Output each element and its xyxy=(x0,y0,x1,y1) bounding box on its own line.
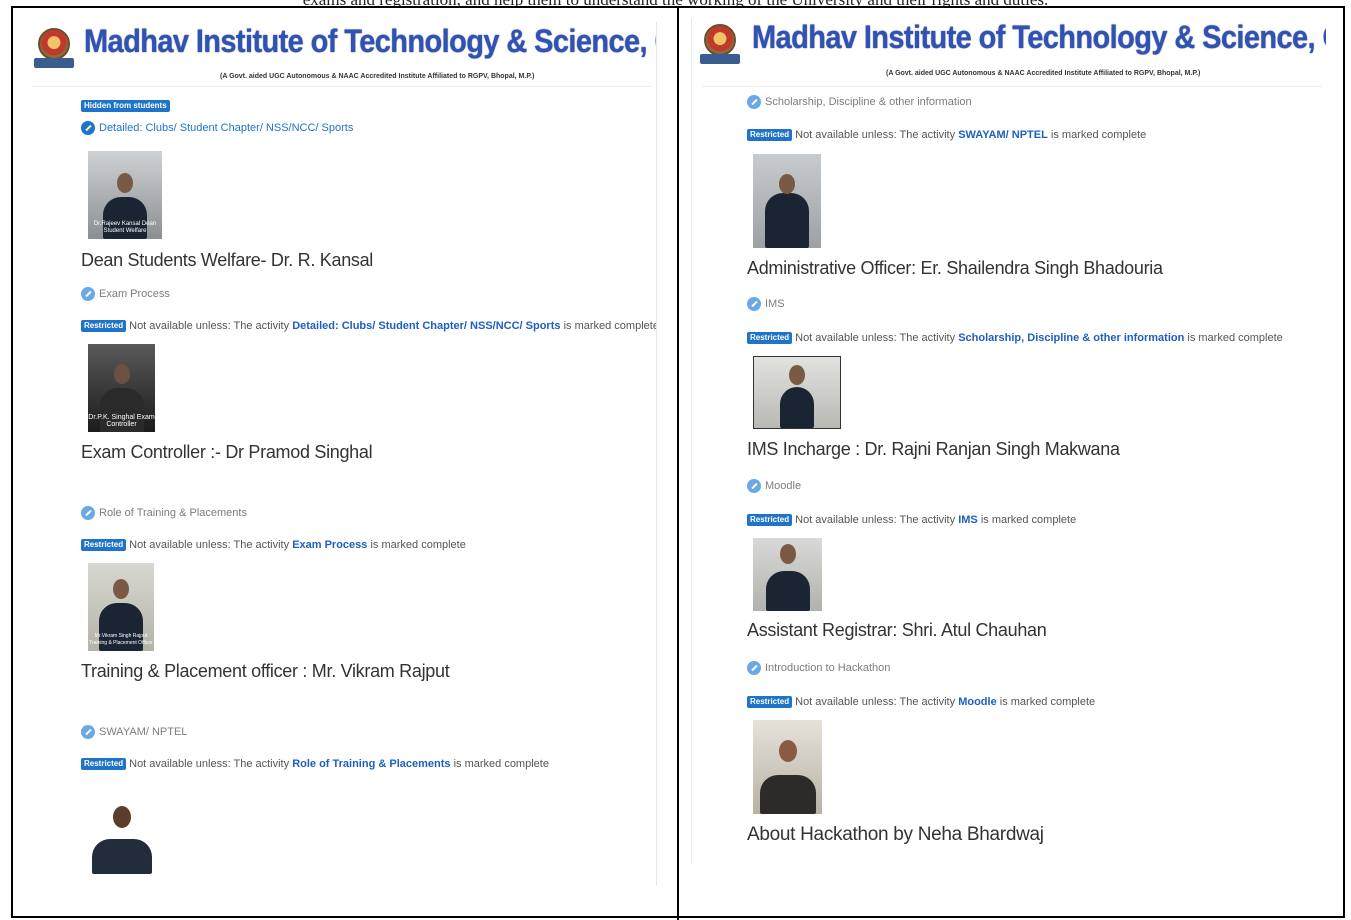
restriction-link[interactable]: Exam Process xyxy=(292,539,367,551)
restricted-badge: Restricted xyxy=(81,320,127,333)
institute-subtitle: (A Govt. aided UGC Autonomous & NAAC Acc… xyxy=(220,73,535,80)
restricted-badge: Restricted xyxy=(747,514,793,527)
hackathon-heading: About Hackathon by Neha Bhardwaj xyxy=(747,824,1044,845)
site-header: Madhav Institute of Technology & Science… xyxy=(692,18,1326,87)
restriction-note: Restricted Not available unless: The acti… xyxy=(747,332,1283,345)
activity-swayam-nptel[interactable]: SWAYAM/ NPTEL xyxy=(81,725,187,739)
restricted-badge: Restricted xyxy=(747,696,793,709)
restricted-badge: Restricted xyxy=(747,129,793,142)
activity-training-placements[interactable]: Role of Training & Placements xyxy=(81,506,247,520)
activity-scholarship[interactable]: Scholarship, Discipline & other informat… xyxy=(747,95,972,109)
assistant-registrar-photo xyxy=(753,538,822,611)
activity-clubs-link[interactable]: Detailed: Clubs/ Student Chapter/ NSS/NC… xyxy=(81,121,353,135)
right-screenshot-panel: Madhav Institute of Technology & Science… xyxy=(691,18,1326,864)
activity-icon xyxy=(81,506,95,520)
tpo-heading: Training & Placement officer : Mr. Vikra… xyxy=(81,661,450,681)
dean-heading: Dean Students Welfare- Dr. R. Kansal xyxy=(81,250,374,270)
institute-logo-icon xyxy=(700,24,740,68)
activity-hackathon[interactable]: Introduction to Hackathon xyxy=(747,661,890,675)
exam-controller-heading: Exam Controller :- Dr Pramod Singhal xyxy=(81,442,373,462)
dean-photo: Dr.Rajeev Kansal Dean Student Welfare xyxy=(88,151,162,239)
restriction-note: Restricted Not available unless: The acti… xyxy=(747,514,1076,527)
restriction-note: Restricted Not available unless: The acti… xyxy=(81,758,549,771)
exam-controller-photo: Dr.P.K. Singhal Exam Controller xyxy=(88,344,155,432)
activity-exam-process[interactable]: Exam Process xyxy=(81,287,170,301)
restriction-link[interactable]: Moodle xyxy=(958,696,997,708)
activity-icon xyxy=(747,661,761,675)
restriction-link[interactable]: SWAYAM/ NPTEL xyxy=(958,129,1048,141)
panel-divider xyxy=(677,6,679,920)
left-screenshot-panel: Madhav Institute of Technology & Science… xyxy=(22,22,657,886)
swayam-photo xyxy=(88,804,156,874)
site-header: Madhav Institute of Technology & Science… xyxy=(22,22,656,90)
admin-officer-photo xyxy=(753,154,821,248)
activity-ims[interactable]: IMS xyxy=(747,297,785,311)
restriction-link[interactable]: IMS xyxy=(958,514,978,526)
activity-moodle[interactable]: Moodle xyxy=(747,479,801,493)
assistant-registrar-heading: Assistant Registrar: Shri. Atul Chauhan xyxy=(747,620,1047,640)
admin-officer-heading: Administrative Officer: Er. Shailendra S… xyxy=(747,258,1163,278)
restriction-link[interactable]: Scholarship, Discipline & other informat… xyxy=(958,332,1184,344)
restriction-note: Restricted Not available unless: The acti… xyxy=(747,129,1146,142)
hackathon-speaker-photo xyxy=(753,720,822,814)
restriction-note: Restricted Not available unless: The acti… xyxy=(81,320,656,333)
activity-icon xyxy=(747,95,761,109)
activity-icon xyxy=(747,479,761,493)
institute-name: Madhav Institute of Technology & Science… xyxy=(752,20,1326,56)
restriction-link[interactable]: Role of Training & Placements xyxy=(292,758,450,770)
restricted-badge: Restricted xyxy=(81,539,127,552)
ims-incharge-heading: IMS Incharge : Dr. Rajni Ranjan Singh Ma… xyxy=(747,439,1120,459)
restriction-link[interactable]: Detailed: Clubs/ Student Chapter/ NSS/NC… xyxy=(292,320,560,332)
restriction-note: Restricted Not available unless: The acti… xyxy=(81,539,466,552)
activity-icon xyxy=(81,287,95,301)
activity-icon xyxy=(81,121,95,135)
activity-icon xyxy=(747,297,761,311)
tpo-photo: Mr.Vikram Singh Rajput Training & Placem… xyxy=(88,563,154,651)
hidden-from-students-badge: Hidden from students xyxy=(81,97,173,115)
restricted-badge: Restricted xyxy=(747,332,793,345)
ims-incharge-photo xyxy=(753,356,841,429)
institute-logo-icon xyxy=(34,28,74,72)
institute-subtitle: (A Govt. aided UGC Autonomous & NAAC Acc… xyxy=(886,70,1201,77)
institute-name: Madhav Institute of Technology & Science… xyxy=(84,24,656,60)
restricted-badge: Restricted xyxy=(81,758,127,771)
activity-icon xyxy=(81,725,95,739)
restriction-note: Restricted Not available unless: The acti… xyxy=(747,696,1095,709)
